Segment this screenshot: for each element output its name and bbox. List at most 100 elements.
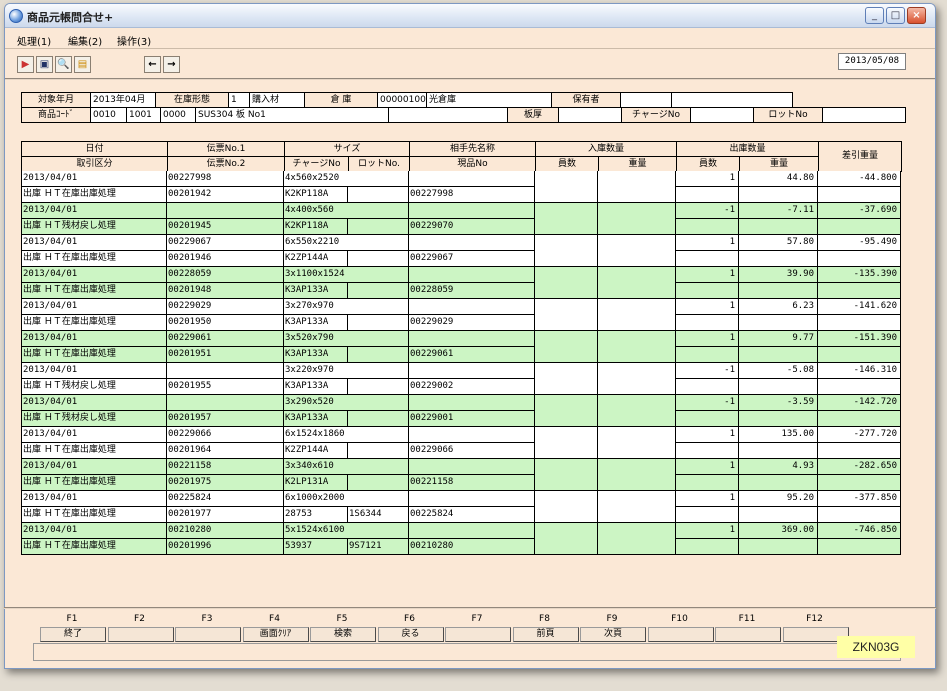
cell-genpin-no: 00228059: [409, 283, 535, 299]
cell-slip-no2: 00201948: [167, 283, 284, 299]
minimize-button[interactable]: _: [865, 7, 884, 24]
lot-no-field[interactable]: [822, 107, 906, 123]
fkey-label-f6: F6: [404, 614, 415, 624]
fkey-button-f8[interactable]: 前頁: [512, 627, 579, 642]
cell-in-count: [535, 171, 598, 203]
cell-lot-no: [348, 187, 409, 203]
product-code-field-3[interactable]: 0000: [160, 107, 196, 123]
fkey-label-f11: F11: [738, 614, 756, 624]
search-icon[interactable]: 🔍: [55, 56, 72, 73]
cell-partner: [409, 459, 535, 475]
warehouse-code-field[interactable]: 00000100: [377, 92, 427, 108]
cell-slip-no1: [167, 395, 284, 411]
fkey-button-f2[interactable]: [107, 627, 174, 642]
menu-operate[interactable]: 操作(3): [117, 33, 151, 48]
toolbar: ▶ ▣ 🔍 ▤ ← →: [5, 50, 935, 80]
header-slip-no2: 伝票No.2: [167, 156, 285, 172]
product-code-field-2[interactable]: 1001: [126, 107, 161, 123]
product-code-field-1[interactable]: 0010: [90, 107, 127, 123]
cell-balance-2: [818, 475, 901, 491]
label-warehouse: 倉 庫: [304, 92, 378, 108]
cell-out-weight-2: [739, 283, 818, 299]
holder-code-field[interactable]: [620, 92, 672, 108]
cell-in-count: [535, 523, 598, 555]
fkey-button-f11[interactable]: [715, 627, 781, 642]
fkey-label-f2: F2: [134, 614, 145, 624]
cell-lot-no: 9S7121: [348, 539, 409, 555]
cell-date: 2013/04/01: [21, 299, 167, 315]
cell-out-weight-2: [739, 251, 818, 267]
cell-in-weight: [598, 491, 676, 523]
cell-lot-no: [348, 443, 409, 459]
cell-lot-no: [348, 475, 409, 491]
cell-txn-type: 出庫 ＨＴ残材戻し処理: [21, 219, 167, 235]
close-button[interactable]: ×: [907, 7, 926, 24]
cell-charge-no: K2KP118A: [284, 219, 348, 235]
cell-partner: [409, 235, 535, 251]
cell-date: 2013/04/01: [21, 203, 167, 219]
cell-in-weight: [598, 203, 676, 235]
cell-slip-no2: 00201977: [167, 507, 284, 523]
cell-in-count: [535, 331, 598, 363]
cell-out-count: 1: [676, 299, 739, 315]
cell-out-weight: 44.80: [739, 171, 818, 187]
cell-out-weight-2: [739, 347, 818, 363]
fkey-button-f9[interactable]: 次頁: [580, 627, 646, 642]
header-partner: 相手先名称: [409, 141, 536, 157]
cell-balance: -746.850: [818, 523, 901, 539]
cell-balance: -37.690: [818, 203, 901, 219]
product-name: SUS304 板 No1: [195, 107, 389, 123]
cell-out-count-2: [676, 187, 739, 203]
cell-txn-type: 出庫 ＨＴ在庫出庫処理: [21, 443, 167, 459]
cell-txn-type: 出庫 ＨＴ在庫出庫処理: [21, 283, 167, 299]
fkey-button-f6[interactable]: 戻る: [377, 627, 444, 642]
menu-edit[interactable]: 編集(2): [68, 33, 102, 48]
charge-no-field[interactable]: [690, 107, 754, 123]
fkey-button-f3[interactable]: [175, 627, 241, 642]
cell-out-count-2: [676, 475, 739, 491]
cell-balance-2: [818, 347, 901, 363]
cell-lot-no: [348, 219, 409, 235]
cell-genpin-no: 00229070: [409, 219, 535, 235]
cell-charge-no: 53937: [284, 539, 348, 555]
maximize-button[interactable]: □: [886, 7, 905, 24]
cell-date: 2013/04/01: [21, 427, 167, 443]
thickness-field[interactable]: [558, 107, 622, 123]
label-target-month: 対象年月: [21, 92, 91, 108]
arrow-left-icon[interactable]: ←: [144, 56, 161, 73]
fkey-button-f5[interactable]: 検索: [310, 627, 376, 642]
screen-icon[interactable]: ▣: [36, 56, 53, 73]
cell-txn-type: 出庫 ＨＴ在庫出庫処理: [21, 507, 167, 523]
cell-txn-type: 出庫 ＨＴ残材戻し処理: [21, 379, 167, 395]
cell-out-count-2: [676, 539, 739, 555]
cell-in-weight: [598, 331, 676, 363]
cell-out-count: 1: [676, 171, 739, 187]
fkey-button-f1[interactable]: 終了: [40, 627, 106, 642]
fkey-button-f10[interactable]: [647, 627, 714, 642]
cell-out-count: 1: [676, 523, 739, 539]
cell-in-weight: [598, 427, 676, 459]
stock-type-code-field[interactable]: 1: [228, 92, 250, 108]
cell-out-weight-2: [739, 379, 818, 395]
layout-icon[interactable]: ▤: [74, 56, 91, 73]
cell-balance-2: [818, 443, 901, 459]
cell-in-count: [535, 299, 598, 331]
cell-txn-type: 出庫 ＨＴ在庫出庫処理: [21, 251, 167, 267]
cell-in-weight: [598, 171, 676, 203]
fkey-button-f4[interactable]: 画面ｸﾘｱ: [242, 627, 309, 642]
cell-lot-no: 1S6344: [348, 507, 409, 523]
cell-genpin-no: 00229029: [409, 315, 535, 331]
fkey-button-f7[interactable]: [445, 627, 511, 642]
target-month-field[interactable]: 2013年04月: [90, 92, 156, 108]
exit-icon[interactable]: ▶: [17, 56, 34, 73]
cell-out-weight: 9.77: [739, 331, 818, 347]
cell-genpin-no: 00221158: [409, 475, 535, 491]
cell-out-weight: 135.00: [739, 427, 818, 443]
menu-process[interactable]: 処理(1): [17, 33, 51, 48]
cell-charge-no: K2ZP144A: [284, 443, 348, 459]
cell-out-weight: 95.20: [739, 491, 818, 507]
cell-lot-no: [348, 315, 409, 331]
arrow-right-icon[interactable]: →: [163, 56, 180, 73]
cell-date: 2013/04/01: [21, 363, 167, 379]
cell-charge-no: K2LP131A: [284, 475, 348, 491]
